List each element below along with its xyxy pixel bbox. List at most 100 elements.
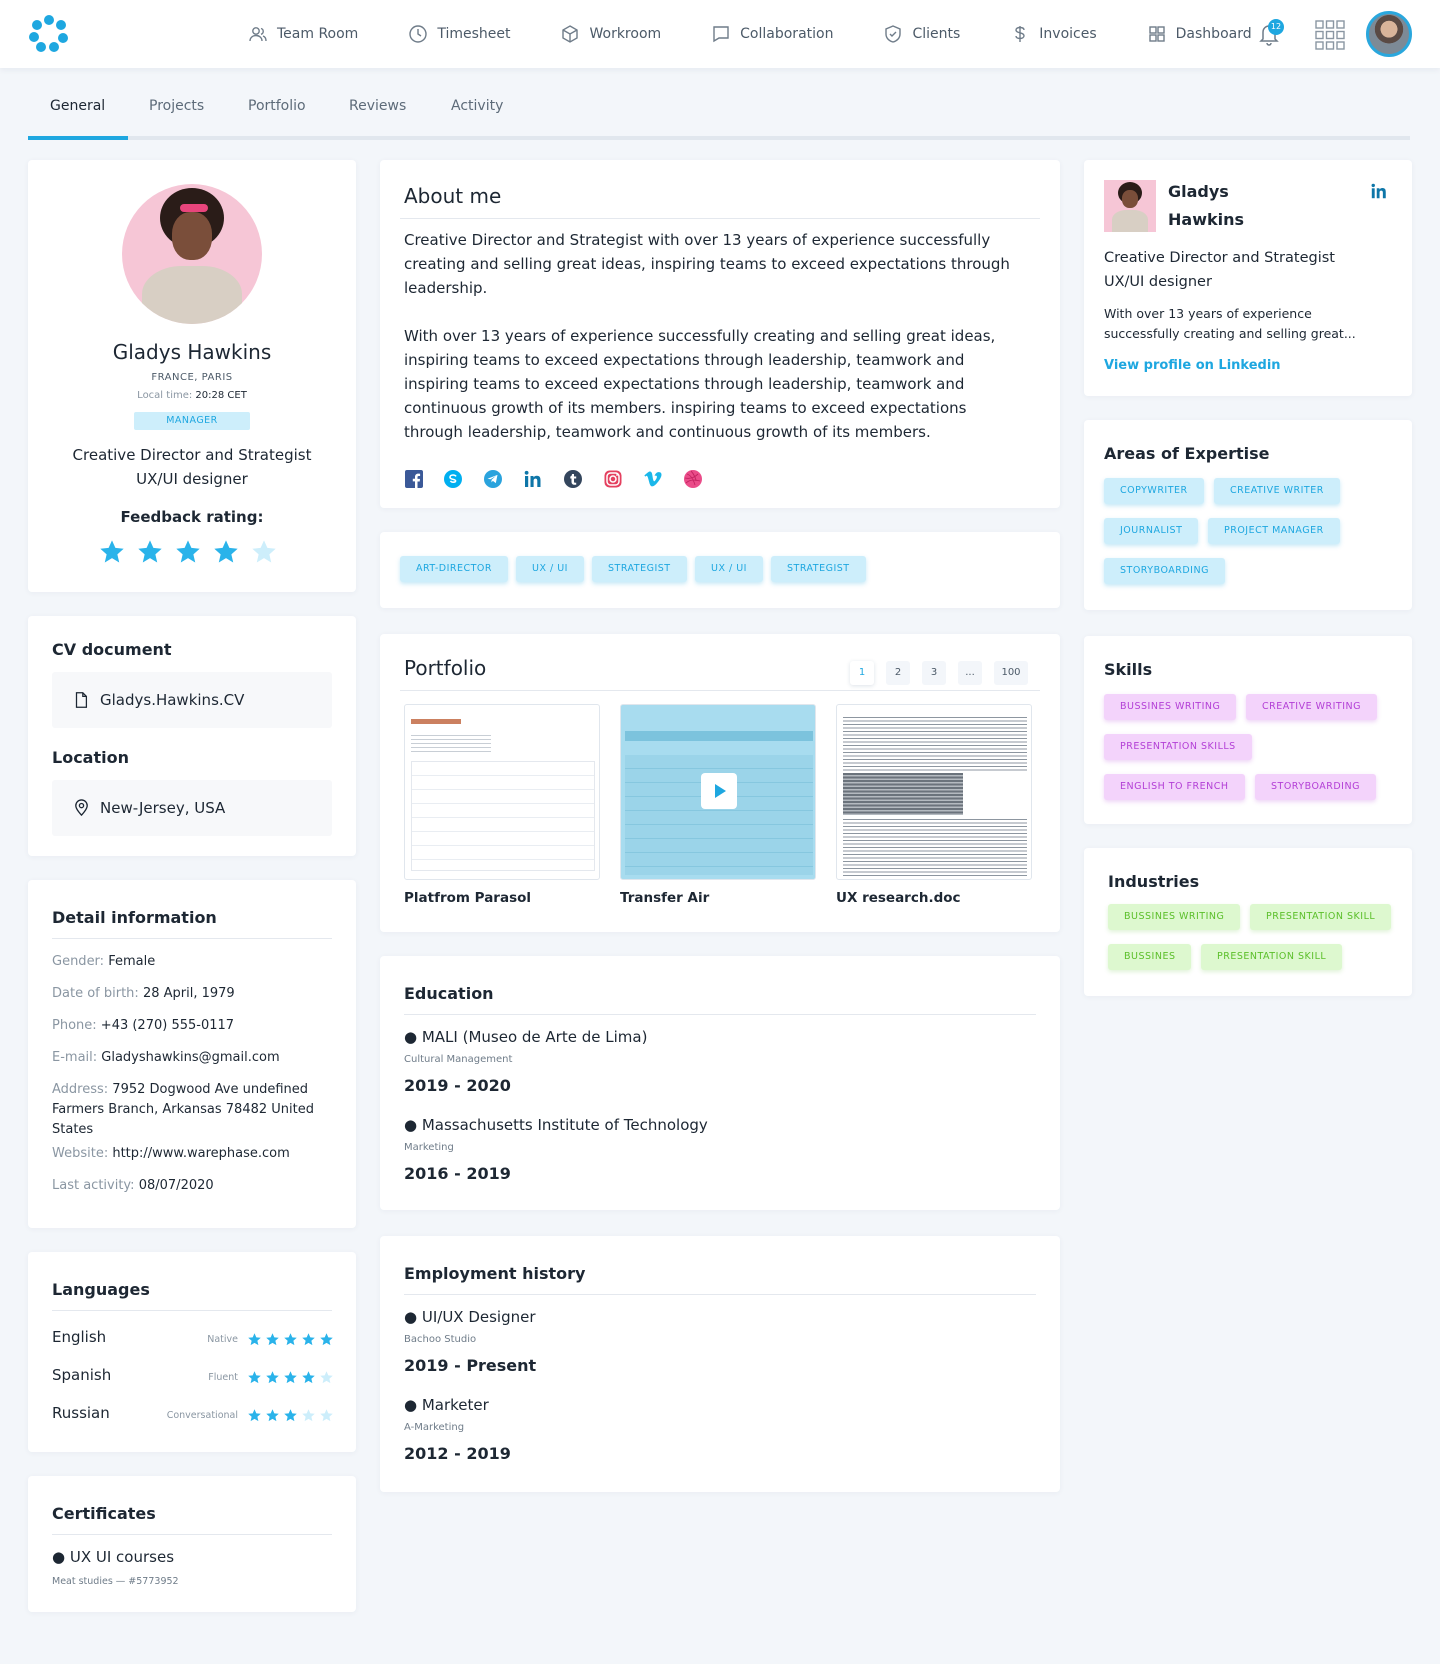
vimeo-icon[interactable]	[643, 469, 663, 489]
skill-chip[interactable]: ENGLISH TO FRENCH	[1104, 774, 1245, 800]
tab-projects[interactable]: Projects	[149, 98, 204, 114]
website-row: Website: http://www.warephase.com	[52, 1144, 332, 1164]
profile-title-line2: UX/UI designer	[136, 470, 248, 488]
portfolio-thumb-ux-research[interactable]	[836, 704, 1032, 880]
tumblr-icon[interactable]	[563, 469, 583, 489]
page-button[interactable]: 100	[994, 661, 1028, 685]
skill-chip[interactable]: BUSSINES WRITING	[1104, 694, 1237, 720]
email-value[interactable]: Gladyshawkins@gmail.com	[101, 1050, 279, 1065]
portfolio-thumb-transfer-air[interactable]	[620, 704, 816, 880]
dashboard-icon	[1148, 26, 1165, 42]
expertise-chip[interactable]: PROJECT MANAGER	[1208, 518, 1340, 544]
tab-reviews[interactable]: Reviews	[349, 98, 406, 114]
divider	[400, 218, 1040, 219]
nav-workroom[interactable]: Workroom	[560, 24, 661, 44]
industry-chip[interactable]: PRESENTATION SKILL	[1201, 944, 1343, 970]
gender-label: Gender:	[52, 954, 105, 969]
education-item-sub: Cultural Management	[404, 1054, 513, 1065]
language-row: Spanish Fluent	[52, 1366, 334, 1390]
nav-dashboard[interactable]: Dashboard	[1147, 24, 1252, 44]
nav-team-room[interactable]: Team Room	[248, 24, 358, 44]
tag-chip[interactable]: ART-DIRECTOR	[400, 556, 509, 582]
employment-card: Employment history ● UI/UX Designer Bach…	[380, 1236, 1060, 1492]
instagram-icon[interactable]	[603, 469, 623, 489]
apps-grid-icon[interactable]	[1315, 20, 1345, 50]
nav-clients[interactable]: Clients	[883, 24, 960, 44]
nav-label: Collaboration	[740, 26, 834, 42]
doc-text-block	[843, 717, 1027, 771]
users-icon	[249, 27, 267, 42]
skill-chip[interactable]: STORYBOARDING	[1255, 774, 1376, 800]
cv-file-link[interactable]: Gladys.Hawkins.CV	[52, 672, 332, 728]
portfolio-thumb-parasol[interactable]	[404, 704, 600, 880]
tag-chip[interactable]: STRATEGIST	[771, 556, 866, 582]
linkedin-title-line2: UX/UI designer	[1104, 274, 1212, 290]
expertise-chip[interactable]: JOURNALIST	[1104, 518, 1199, 544]
page-button[interactable]: 1	[850, 661, 874, 685]
page-button[interactable]: 2	[886, 661, 910, 685]
star-empty-icon	[320, 1371, 333, 1384]
industry-chip[interactable]: BUSSINES	[1108, 944, 1192, 970]
phone-row: Phone: +43 (270) 555-0117	[52, 1016, 332, 1036]
profile-tabs: General Projects Portfolio Reviews Activ…	[28, 80, 1410, 140]
view-linkedin-link[interactable]: View profile on Linkedin	[1104, 358, 1281, 373]
user-avatar[interactable]	[1366, 11, 1412, 57]
employment-item-name: ● Marketer	[404, 1396, 489, 1414]
website-value[interactable]: http://www.warephase.com	[112, 1146, 289, 1161]
star-filled-icon	[100, 540, 124, 563]
dob-value: 28 April, 1979	[142, 986, 235, 1001]
nav-collaboration[interactable]: Collaboration	[711, 24, 833, 44]
nav-label: Team Room	[277, 26, 359, 42]
tag-chip[interactable]: STRATEGIST	[592, 556, 687, 582]
feedback-stars	[98, 538, 278, 566]
language-level: Native	[207, 1334, 238, 1345]
linkedin-card: Gladys Hawkins Creative Director and Str…	[1084, 160, 1412, 396]
last-activity-row: Last activity: 08/07/2020	[52, 1176, 332, 1196]
linkedin-photo	[1104, 180, 1156, 232]
profile-name: Gladys Hawkins	[112, 340, 272, 364]
education-item-years: 2019 - 2020	[404, 1076, 511, 1095]
facebook-icon[interactable]	[404, 469, 424, 489]
tag-chip[interactable]: UX / UI	[695, 556, 763, 582]
linkedin-icon[interactable]	[1370, 182, 1388, 200]
industry-chip[interactable]: BUSSINES WRITING	[1108, 904, 1241, 930]
nav-label: Invoices	[1039, 26, 1097, 42]
expertise-chip[interactable]: COPYWRITER	[1104, 478, 1204, 504]
page-button[interactable]: 3	[922, 661, 946, 685]
dribbble-icon[interactable]	[683, 469, 703, 489]
expertise-chip[interactable]: STORYBOARDING	[1104, 558, 1225, 584]
skill-chip[interactable]: PRESENTATION SKILLS	[1104, 734, 1252, 760]
tag-chip[interactable]: UX / UI	[516, 556, 584, 582]
skill-chip[interactable]: CREATIVE WRITING	[1246, 694, 1377, 720]
telegram-icon[interactable]	[483, 469, 503, 489]
tab-general[interactable]: General	[50, 98, 105, 114]
star-empty-icon	[302, 1409, 315, 1422]
chat-icon	[713, 26, 729, 43]
profile-title-line1: Creative Director and Strategist	[72, 446, 312, 464]
page-button[interactable]: ...	[958, 661, 982, 685]
play-icon	[715, 784, 726, 798]
app-logo-icon[interactable]	[28, 14, 70, 52]
star-filled-icon	[284, 1409, 297, 1422]
tab-activity[interactable]: Activity	[451, 98, 503, 114]
about-paragraph-2: With over 13 years of experience success…	[404, 327, 996, 441]
profile-card: Gladys Hawkins FRANCE, PARIS Local time:…	[28, 160, 356, 592]
nav-invoices[interactable]: Invoices	[1010, 24, 1097, 44]
certificates-card: Certificates ● UX UI courses Meat studie…	[28, 1476, 356, 1612]
divider	[52, 1534, 332, 1535]
skype-icon[interactable]	[443, 469, 463, 489]
portfolio-card: Portfolio 1 2 3... 100 Platfrom Parasol Tra…	[380, 634, 1060, 932]
linkedin-icon[interactable]	[523, 469, 543, 489]
star-filled-icon	[284, 1333, 297, 1346]
nav-timesheet[interactable]: Timesheet	[408, 24, 510, 44]
tab-portfolio[interactable]: Portfolio	[248, 98, 306, 114]
nav-label: Workroom	[589, 26, 662, 42]
phone-value[interactable]: +43 (270) 555-0117	[101, 1018, 234, 1033]
expertise-chip[interactable]: CREATIVE WRITER	[1214, 478, 1340, 504]
linkedin-first-name: Gladys	[1168, 182, 1229, 201]
star-empty-icon	[320, 1409, 333, 1422]
industry-chip[interactable]: PRESENTATION SKILL	[1250, 904, 1392, 930]
star-filled-icon	[248, 1409, 261, 1422]
profile-photo	[122, 184, 262, 324]
play-button[interactable]	[701, 773, 737, 809]
